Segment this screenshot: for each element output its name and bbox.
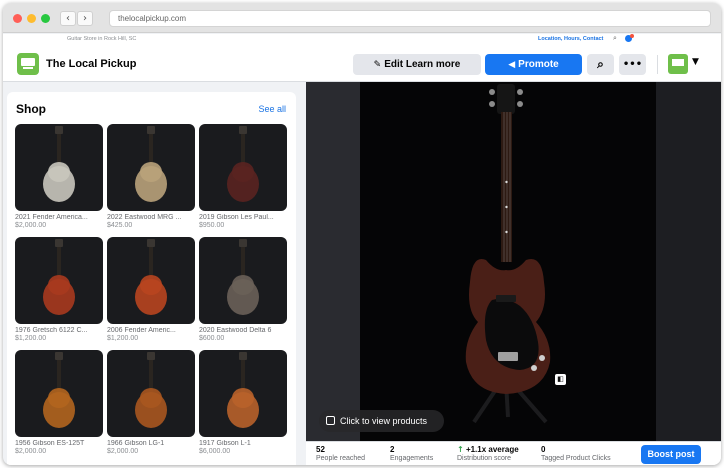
people-reached-value: 52 [316, 445, 325, 454]
product-image[interactable] [199, 237, 287, 324]
page-title[interactable]: The Local Pickup [46, 58, 136, 70]
product-name: 1956 Gibson ES-125T [15, 440, 85, 447]
chevron-left-icon[interactable]: ‹ [60, 11, 76, 26]
shop-title: Shop [16, 102, 46, 116]
product-image[interactable] [15, 237, 103, 324]
browser-window: ‹ › thelocalpickup.com Guitar Store in R… [3, 3, 721, 465]
arrow-up-icon: ↑ [457, 445, 464, 454]
product-card[interactable]: 2021 Fender America... $2,000.00 [15, 124, 103, 229]
product-clicks-label: Tagged Product Clicks [541, 455, 611, 462]
avatar[interactable] [668, 54, 688, 74]
people-reached-label: People reached [316, 455, 366, 462]
product-image[interactable] [199, 350, 287, 437]
chevron-right-icon[interactable]: › [77, 11, 93, 26]
boost-post-button[interactable]: Boost post [641, 445, 701, 464]
post-photo[interactable]: ◧ Click to view products [306, 82, 721, 441]
more-icon[interactable]: ••• [619, 54, 646, 75]
product-price: $2,000.00 [15, 222, 47, 229]
product-price: $2,000.00 [15, 448, 47, 455]
banner-search-icon[interactable]: ⌕ [613, 35, 617, 43]
product-price: $600.00 [199, 335, 225, 342]
distribution-score-stat: ↑ +1.1x average Distribution score [457, 445, 519, 462]
edit-learn-more-button[interactable]: ✎ Edit Learn more [353, 54, 481, 75]
browser-toolbar: ‹ › thelocalpickup.com [3, 3, 721, 33]
location-hours-link[interactable]: Location, Hours, Contact [538, 36, 603, 42]
page-header: The Local Pickup ✎ Edit Learn more ◀ Promo… [3, 46, 721, 82]
product-name: 1976 Gretsch 6122 C... [15, 327, 88, 334]
product-card[interactable]: 2006 Fender Americ... $1,200.00 [107, 237, 195, 342]
product-price: $950.00 [199, 222, 225, 229]
product-name: 2019 Gibson Les Paul... [199, 214, 274, 221]
distribution-label: Distribution score [457, 455, 512, 462]
product-image[interactable] [107, 237, 195, 324]
product-image[interactable] [107, 350, 195, 437]
product-price: $6,000.00 [199, 448, 231, 455]
megaphone-icon: ◀ [508, 60, 516, 70]
store-tagline: Guitar Store in Rock Hill, SC [67, 36, 137, 42]
engagements-value: 2 [390, 445, 395, 454]
product-tag-icon[interactable]: ◧ [555, 374, 566, 385]
search-icon[interactable]: ⌕ [587, 54, 614, 75]
product-price: $1,200.00 [107, 335, 139, 342]
product-name: 2020 Eastwood Delta 6 [199, 327, 272, 334]
engagements-stat: 2 Engagements [390, 445, 433, 462]
product-price: $1,200.00 [15, 335, 47, 342]
pencil-icon: ✎ [373, 60, 382, 70]
product-card[interactable]: 2020 Eastwood Delta 6 $600.00 [199, 237, 287, 342]
product-name: 2022 Eastwood MRG ... [107, 214, 182, 221]
product-clicks-value: 0 [541, 445, 546, 454]
header-divider [657, 55, 658, 74]
people-reached-stat: 52 People reached [316, 445, 365, 462]
product-image[interactable] [15, 124, 103, 211]
maximize-window-button[interactable] [41, 14, 50, 23]
product-price: $425.00 [107, 222, 133, 229]
page-logo[interactable] [17, 53, 39, 75]
chevron-down-icon[interactable]: ▼ [692, 57, 699, 67]
product-image[interactable] [15, 350, 103, 437]
promote-button[interactable]: ◀ Promote [485, 54, 582, 75]
shop-panel: Shop See all 2021 Fender America... $2,00… [7, 92, 296, 465]
product-name: 1917 Gibson L-1 [199, 440, 251, 447]
shopping-bag-icon [326, 416, 335, 425]
engagements-label: Engagements [390, 455, 434, 462]
product-image[interactable] [199, 124, 287, 211]
bass-guitar-image [465, 84, 551, 424]
url-text: thelocalpickup.com [118, 14, 187, 23]
product-image[interactable] [107, 124, 195, 211]
product-price: $2,000.00 [107, 448, 139, 455]
close-window-button[interactable] [13, 14, 22, 23]
product-name: 2006 Fender Americ... [107, 327, 176, 334]
product-card[interactable]: 1976 Gretsch 6122 C... $1,200.00 [15, 237, 103, 342]
product-card[interactable]: 2019 Gibson Les Paul... $950.00 [199, 124, 287, 229]
notification-icon[interactable] [625, 34, 634, 42]
promote-label: Promote [518, 59, 559, 70]
distribution-value: +1.1x average [465, 445, 519, 454]
view-products-label: Click to view products [340, 416, 428, 426]
product-card[interactable]: 1917 Gibson L-1 $6,000.00 [199, 350, 287, 455]
address-bar[interactable]: thelocalpickup.com [109, 10, 711, 27]
post-insights-bar: 52 People reached 2 Engagements ↑ +1.1x … [306, 441, 721, 465]
product-name: 2021 Fender America... [15, 214, 88, 221]
product-clicks-stat: 0 Tagged Product Clicks [541, 445, 611, 462]
see-all-link[interactable]: See all [258, 104, 286, 114]
product-card[interactable]: 2022 Eastwood MRG ... $425.00 [107, 124, 195, 229]
product-name: 1966 Gibson LG-1 [107, 440, 165, 447]
product-card[interactable]: 1956 Gibson ES-125T $2,000.00 [15, 350, 103, 455]
edit-label: Edit Learn more [384, 59, 461, 70]
minimize-window-button[interactable] [27, 14, 36, 23]
view-products-button[interactable]: Click to view products [319, 410, 444, 432]
page-banner: Guitar Store in Rock Hill, SC Location, … [3, 34, 721, 46]
product-card[interactable]: 1966 Gibson LG-1 $2,000.00 [107, 350, 195, 455]
